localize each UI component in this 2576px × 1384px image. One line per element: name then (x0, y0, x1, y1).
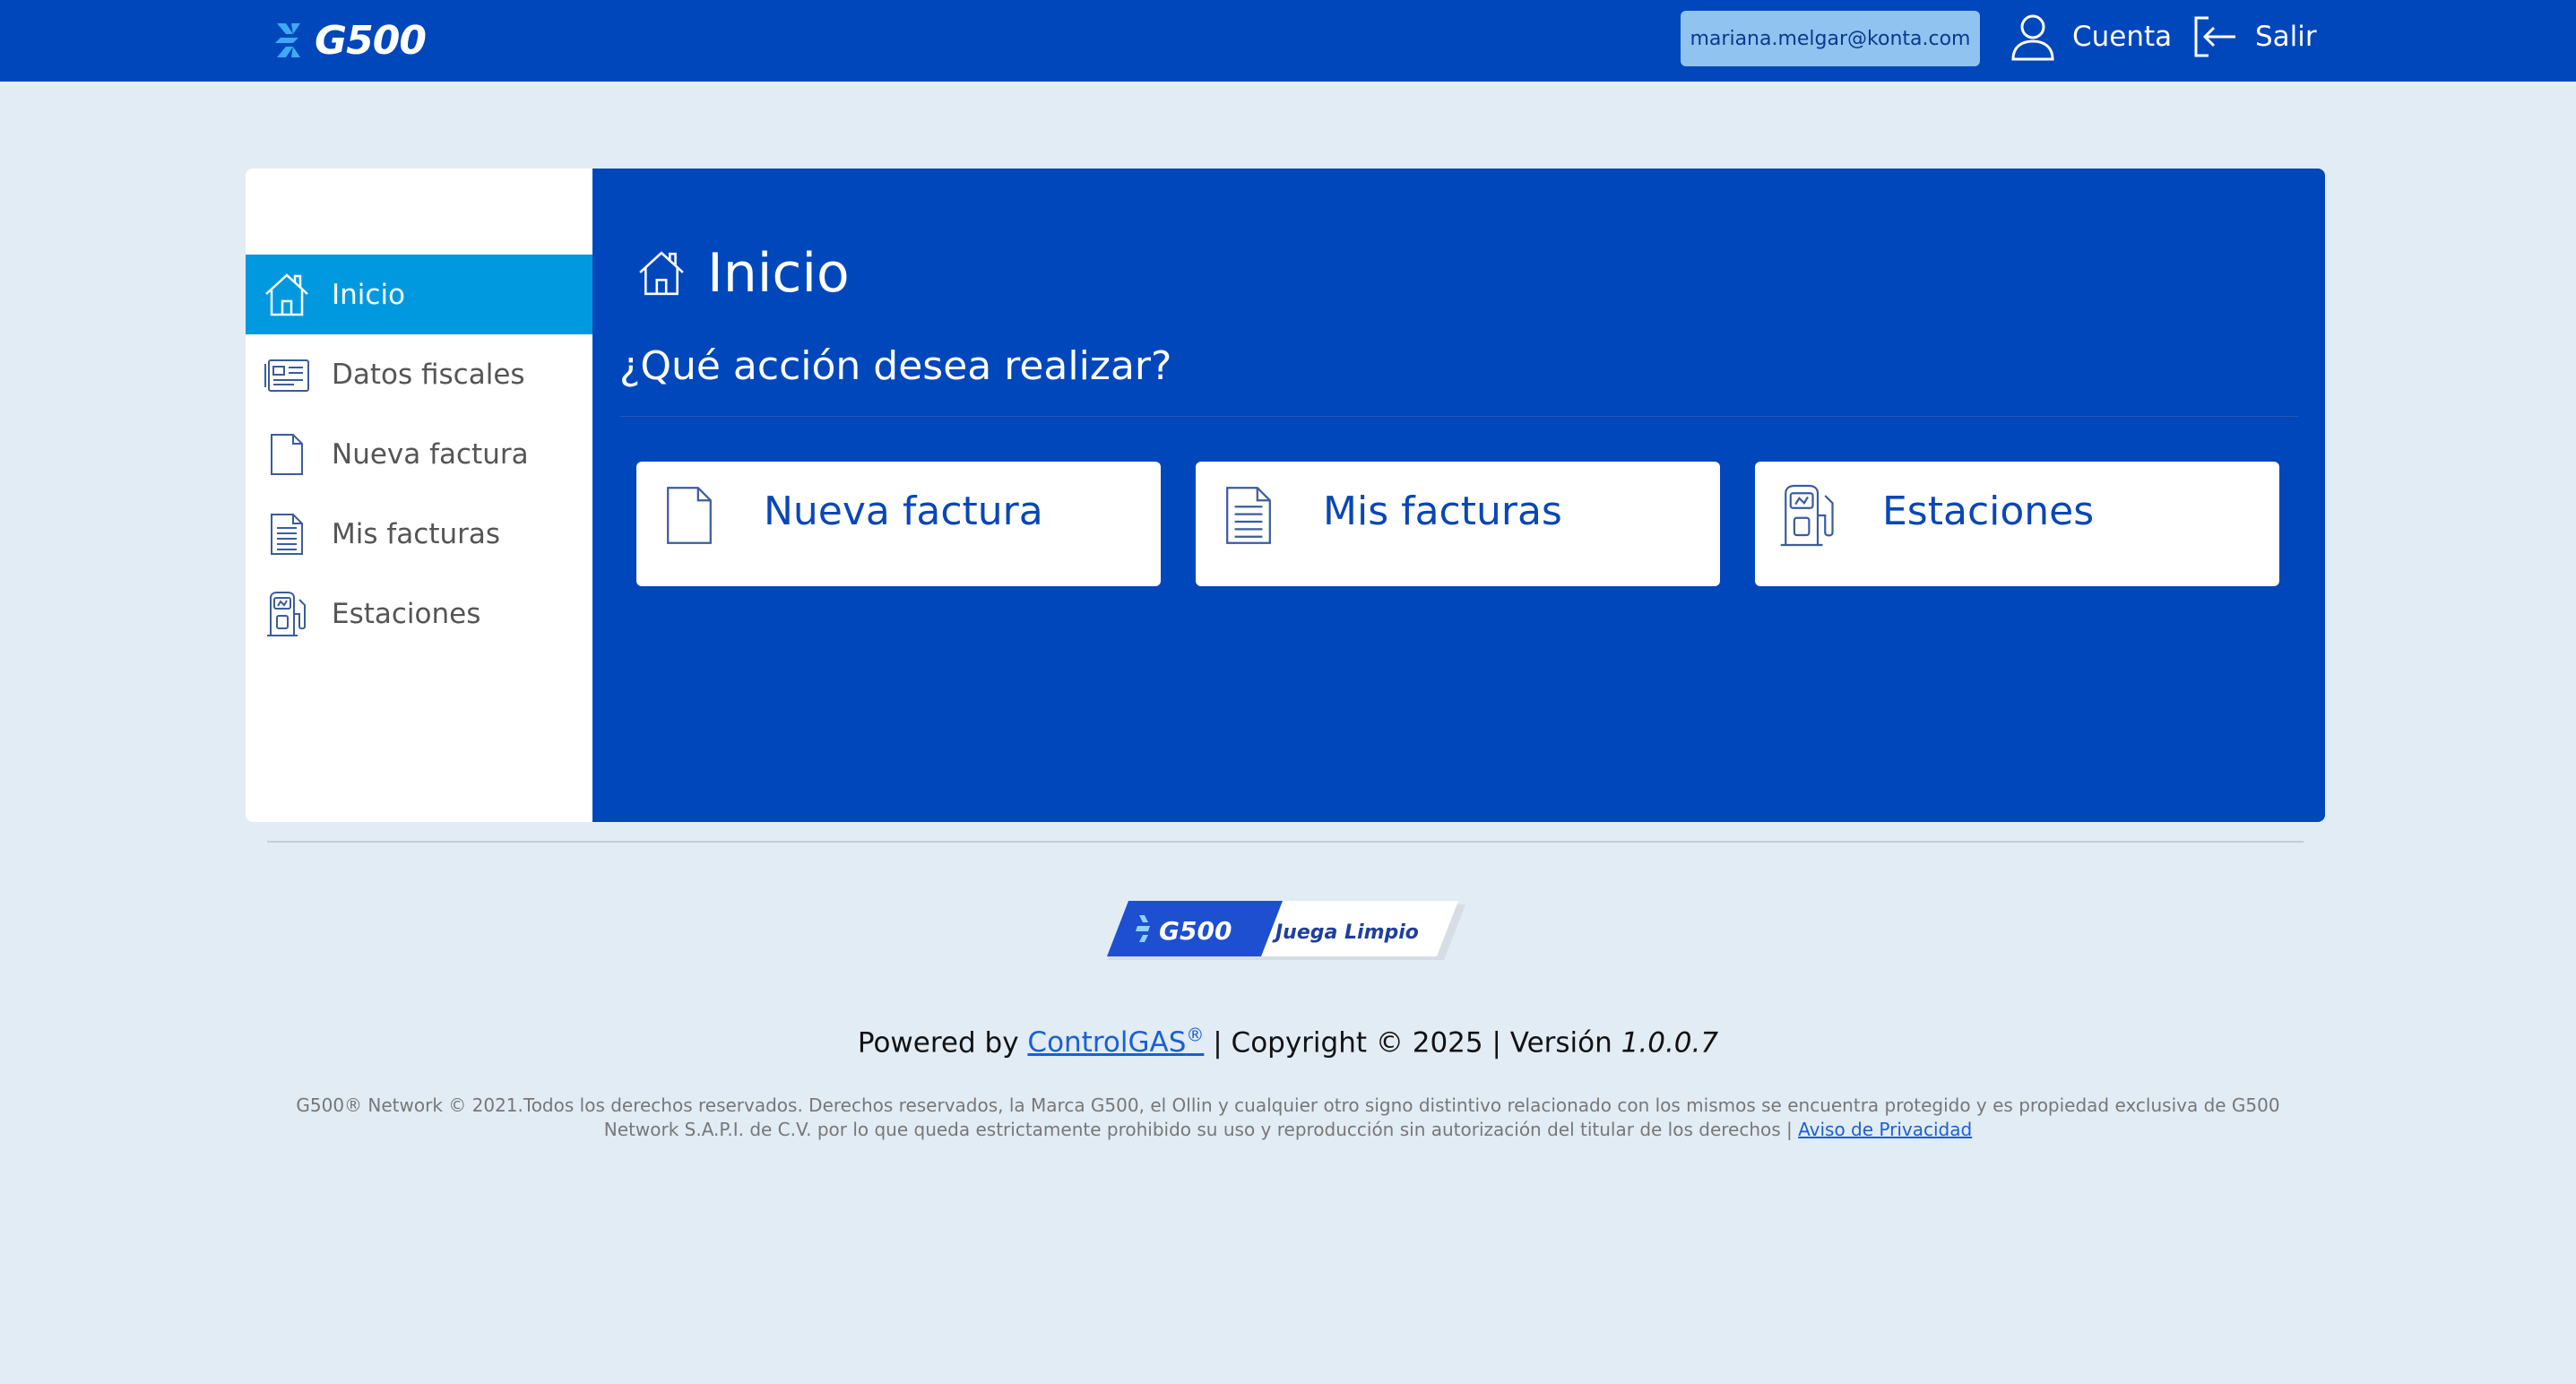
sidebar: Inicio Datos fiscales Nueva factura Mis … (246, 169, 592, 822)
account-button[interactable]: Cuenta (2010, 9, 2172, 65)
gas-pump-icon (1776, 481, 1839, 549)
gas-pump-icon (264, 591, 310, 637)
sidebar-item-nueva-factura[interactable]: Nueva factura (246, 414, 592, 494)
badge-slogan: Juega Limpio (1272, 921, 1419, 944)
top-navbar: G500 mariana.melgar@konta.com Cuenta Sal… (0, 0, 2576, 82)
mis-facturas-card[interactable]: Mis facturas (1196, 462, 1720, 586)
juega-limpio-badge: G500 Juega Limpio (1107, 901, 1465, 960)
blank-document-icon (658, 481, 721, 549)
footer-divider (267, 841, 2304, 843)
user-email-badge: mariana.melgar@konta.com (1681, 11, 1980, 66)
sidebar-item-estaciones[interactable]: Estaciones (246, 574, 592, 653)
fiscal-card-icon (264, 351, 310, 398)
account-label: Cuenta (2072, 21, 2173, 53)
estaciones-card[interactable]: Estaciones (1755, 462, 2279, 586)
sidebar-item-inicio[interactable]: Inicio (246, 255, 592, 334)
legal-text: G500® Network © 2021.Todos los derechos … (296, 1094, 2280, 1140)
brand-logo[interactable]: G500 (273, 17, 427, 64)
page-title-text: Inicio (707, 242, 850, 305)
ollin-logo-icon (275, 23, 300, 57)
powered-prefix: Powered by (857, 1026, 1019, 1060)
card-label: Estaciones (1882, 489, 2095, 534)
logout-label: Salir (2255, 21, 2317, 53)
sidebar-item-datos-fiscales[interactable]: Datos fiscales (246, 334, 592, 414)
sidebar-item-mis-facturas[interactable]: Mis facturas (246, 494, 592, 574)
controlgas-link[interactable]: ControlGAS® (1027, 1025, 1204, 1059)
home-icon (264, 272, 310, 318)
page-title: Inicio (637, 242, 850, 305)
user-icon (2011, 14, 2054, 61)
section-divider (619, 416, 2298, 417)
home-icon (639, 251, 684, 296)
lined-document-icon (1217, 481, 1280, 549)
blank-document-icon (264, 431, 310, 478)
nueva-factura-card[interactable]: Nueva factura (636, 462, 1161, 586)
main-content: Inicio ¿Qué acción desea realizar? Nueva… (592, 169, 2325, 822)
sidebar-item-label: Datos fiscales (332, 358, 525, 391)
copyright-text: | Copyright © 2025 | Versión (1213, 1026, 1612, 1060)
privacy-link[interactable]: Aviso de Privacidad (1798, 1119, 1972, 1140)
legal-notice: G500® Network © 2021.Todos los derechos … (260, 1094, 2316, 1142)
badge-brand: G500 (1159, 916, 1232, 946)
lined-document-icon (264, 511, 310, 558)
sidebar-item-label: Nueva factura (332, 437, 529, 471)
sidebar-item-label: Inicio (332, 278, 406, 311)
sidebar-item-label: Mis facturas (332, 517, 501, 550)
card-label: Nueva factura (764, 489, 1043, 534)
brand-name: G500 (315, 17, 427, 64)
card-label: Mis facturas (1323, 489, 1562, 534)
version-number: 1.0.0.7 (1621, 1026, 1719, 1060)
action-question: ¿Qué acción desea realizar? (619, 343, 1172, 389)
main-panel: Inicio Datos fiscales Nueva factura Mis … (246, 169, 2325, 822)
powered-by-line: Powered by ControlGAS® | Copyright © 202… (0, 1025, 2576, 1059)
logout-icon (2194, 16, 2235, 57)
logout-button[interactable]: Salir (2192, 9, 2317, 65)
sidebar-item-label: Estaciones (332, 597, 481, 630)
